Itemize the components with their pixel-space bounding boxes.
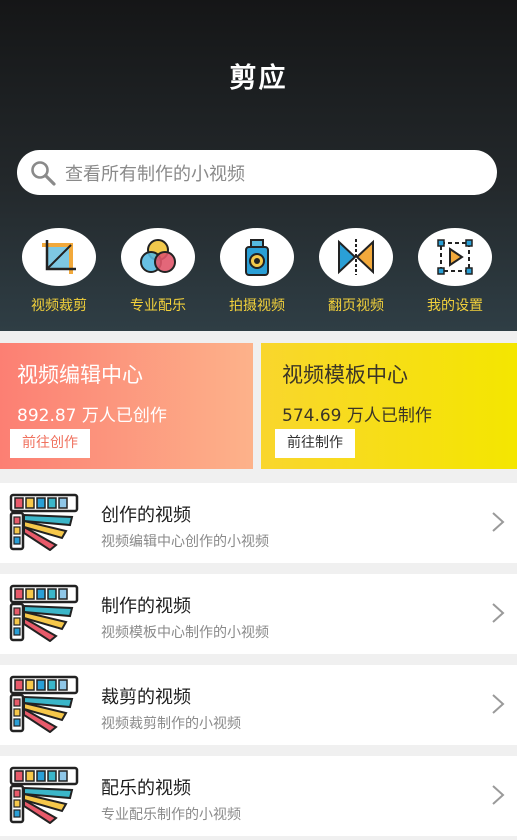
video-template-center-card[interactable]: 视频模板中心 574.69 万人已制作 前往制作 <box>261 343 517 469</box>
palette-icon <box>8 764 80 824</box>
list-item-music-videos[interactable]: 配乐的视频 专业配乐制作的小视频 <box>0 756 517 836</box>
go-create-button[interactable]: 前往创作 <box>10 429 90 458</box>
shortcut-label: 我的设置 <box>427 298 483 314</box>
palette-icon <box>8 673 80 733</box>
header: 剪应 查看所有制作的小视频 视频裁剪 专业配乐 拍摄视频 翻页视频 我的设置 <box>0 0 517 331</box>
color-circles-icon <box>140 239 176 273</box>
go-make-button[interactable]: 前往制作 <box>275 429 355 458</box>
shortcut-row: 视频裁剪 专业配乐 拍摄视频 翻页视频 我的设置 <box>0 228 517 320</box>
palette-icon <box>8 491 80 551</box>
shortcut-my-settings[interactable]: 我的设置 <box>409 228 501 315</box>
shortcut-circle <box>121 228 195 286</box>
list-item-title: 制作的视频 <box>101 596 191 617</box>
camera-icon <box>245 239 269 276</box>
card-stat: 574.69 万人已制作 <box>282 406 432 426</box>
shortcut-page-flip-video[interactable]: 翻页视频 <box>310 228 402 315</box>
card-stat: 892.87 万人已创作 <box>17 406 167 426</box>
shortcut-circle <box>319 228 393 286</box>
palette-icon <box>8 582 80 642</box>
list-item-made-videos[interactable]: 制作的视频 视频模板中心制作的小视频 <box>0 574 517 654</box>
list-item-subtitle: 视频裁剪制作的小视频 <box>101 716 241 732</box>
shortcut-label: 视频裁剪 <box>31 298 87 314</box>
app-title: 剪应 <box>229 63 288 94</box>
settings-icon <box>437 239 473 275</box>
list-item-cropped-videos[interactable]: 裁剪的视频 视频裁剪制作的小视频 <box>0 665 517 745</box>
shortcut-label: 拍摄视频 <box>229 298 285 314</box>
list-item-title: 创作的视频 <box>101 505 191 526</box>
crop-icon <box>42 240 76 274</box>
search-icon <box>31 160 56 186</box>
shortcut-shoot-video[interactable]: 拍摄视频 <box>211 228 303 315</box>
search-placeholder: 查看所有制作的小视频 <box>65 163 245 185</box>
chevron-right-icon <box>492 603 505 623</box>
shortcut-circle <box>220 228 294 286</box>
shortcut-circle <box>418 228 492 286</box>
shortcut-circle <box>22 228 96 286</box>
list-item-subtitle: 视频模板中心制作的小视频 <box>101 625 269 641</box>
chevron-right-icon <box>492 512 505 532</box>
shortcut-pro-music[interactable]: 专业配乐 <box>112 228 204 315</box>
chevron-right-icon <box>492 785 505 805</box>
list-item-subtitle: 专业配乐制作的小视频 <box>101 807 241 823</box>
video-edit-center-card[interactable]: 视频编辑中心 892.87 万人已创作 前往创作 <box>0 343 253 469</box>
card-title: 视频模板中心 <box>282 363 408 387</box>
list-item-title: 裁剪的视频 <box>101 687 191 708</box>
chevron-right-icon <box>492 694 505 714</box>
shortcut-label: 翻页视频 <box>328 298 384 314</box>
list-item-subtitle: 视频编辑中心创作的小视频 <box>101 534 269 550</box>
list-item-created-videos[interactable]: 创作的视频 视频编辑中心创作的小视频 <box>0 483 517 563</box>
list-item-title: 配乐的视频 <box>101 778 191 799</box>
shortcut-video-crop[interactable]: 视频裁剪 <box>13 228 105 315</box>
shortcut-label: 专业配乐 <box>130 298 186 314</box>
search-bar[interactable]: 查看所有制作的小视频 <box>17 150 497 195</box>
page-flip-icon <box>338 239 374 275</box>
card-title: 视频编辑中心 <box>17 363 143 387</box>
